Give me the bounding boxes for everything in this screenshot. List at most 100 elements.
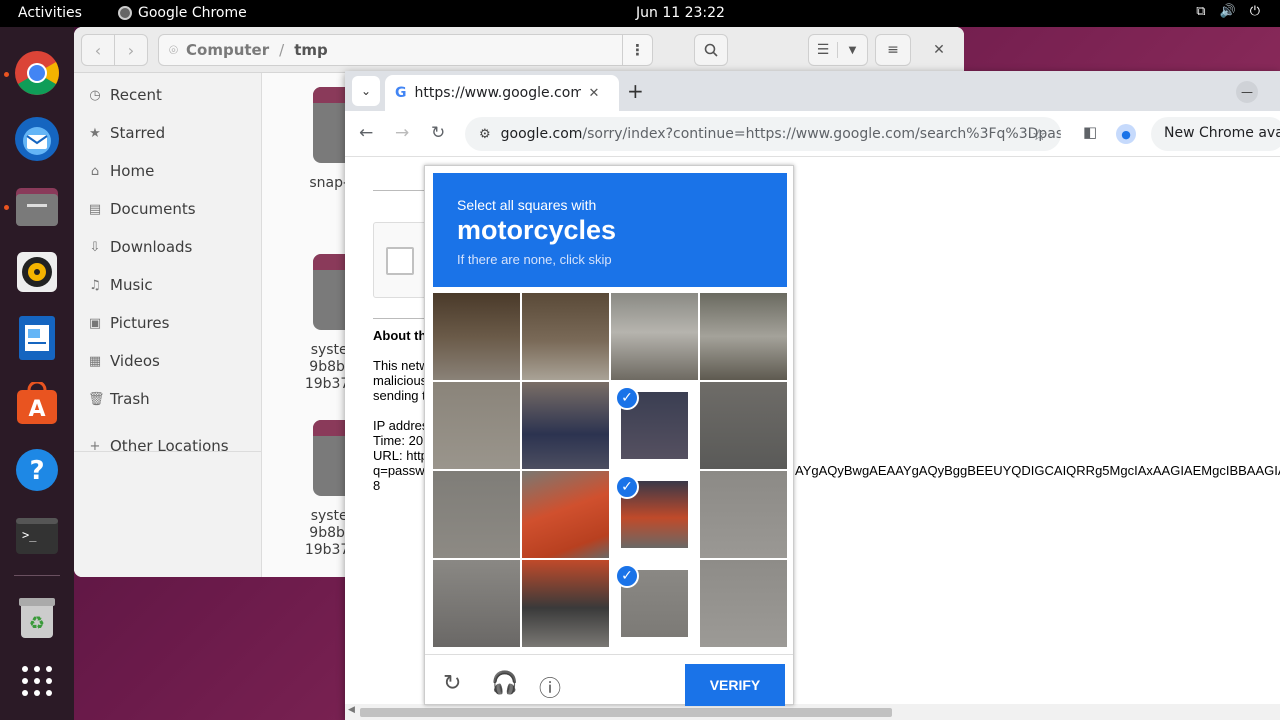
captcha-tile[interactable] bbox=[700, 382, 787, 469]
url-domain: google.com bbox=[500, 126, 583, 142]
checkmark-icon: ✓ bbox=[615, 564, 639, 588]
sidebar-item-documents[interactable]: ▤ Documents bbox=[88, 200, 196, 218]
svg-text:>_: >_ bbox=[22, 528, 37, 542]
menu-button[interactable]: ≡ bbox=[875, 34, 911, 66]
captcha-tile[interactable] bbox=[522, 560, 609, 647]
recaptcha-checkbox[interactable] bbox=[386, 247, 414, 275]
site-info-icon[interactable]: ⚙ bbox=[479, 127, 491, 142]
captcha-tile[interactable] bbox=[433, 382, 520, 469]
sidebar-item-home[interactable]: ⌂ Home bbox=[88, 162, 154, 180]
search-button[interactable] bbox=[694, 34, 728, 66]
about-heading: About th bbox=[373, 328, 427, 343]
captcha-tile[interactable] bbox=[700, 471, 787, 558]
view-toggle-button[interactable]: ☰ ▼ bbox=[808, 34, 868, 66]
scroll-left-icon[interactable]: ◀ bbox=[348, 705, 355, 715]
horizontal-scrollbar[interactable]: ◀ bbox=[345, 704, 1280, 720]
audio-challenge-icon[interactable]: 🎧 bbox=[491, 671, 518, 696]
path-bar[interactable]: ⌾ Computer / tmp ⋮ bbox=[158, 34, 653, 66]
path-root[interactable]: Computer bbox=[186, 41, 269, 59]
help-icon[interactable]: ? bbox=[13, 446, 61, 494]
activities-button[interactable]: Activities bbox=[18, 5, 82, 21]
sidebar-item-downloads[interactable]: ⇩ Downloads bbox=[88, 238, 193, 256]
browser-tab[interactable]: G https://www.google.com/sorry ✕ bbox=[385, 75, 619, 111]
bookmark-star-icon[interactable]: ☆ bbox=[1032, 125, 1046, 144]
writer-icon[interactable] bbox=[13, 314, 61, 362]
close-button[interactable]: ✕ bbox=[922, 34, 956, 66]
tab-search-button[interactable]: ⌄ bbox=[352, 76, 380, 106]
sidebar-item-trash[interactable]: 🗑 Trash bbox=[88, 390, 150, 408]
captcha-tile[interactable] bbox=[522, 293, 609, 380]
tile-image bbox=[611, 293, 698, 380]
clock[interactable]: Jun 11 23:22 bbox=[636, 5, 725, 21]
captcha-tile[interactable]: ✓ bbox=[611, 471, 698, 558]
minimize-button[interactable]: — bbox=[1236, 81, 1258, 103]
kebab-icon: ⋮ bbox=[630, 41, 645, 59]
challenge-footer: ↻ 🎧 ⓘ VERIFY bbox=[425, 654, 793, 706]
person-icon: ● bbox=[1121, 127, 1131, 141]
instruction-text: Select all squares with bbox=[457, 197, 597, 213]
captcha-tile[interactable] bbox=[522, 471, 609, 558]
captcha-tile[interactable] bbox=[433, 471, 520, 558]
sidebar-item-label: Music bbox=[110, 276, 153, 294]
sidebar-item-other-locations[interactable]: + Other Locations bbox=[88, 437, 229, 455]
download-icon: ⇩ bbox=[89, 239, 101, 255]
captcha-tile[interactable] bbox=[700, 293, 787, 380]
new-tab-button[interactable]: + bbox=[627, 79, 644, 103]
profile-avatar[interactable]: ● bbox=[1116, 124, 1136, 144]
files-icon[interactable] bbox=[13, 182, 61, 230]
thunderbird-icon[interactable] bbox=[13, 115, 61, 163]
recaptcha-box bbox=[373, 222, 428, 298]
new-chrome-available-button[interactable]: New Chrome ava bbox=[1151, 117, 1280, 151]
info-icon[interactable]: ⓘ bbox=[539, 671, 561, 703]
minimize-icon: — bbox=[1241, 85, 1253, 99]
reload-button[interactable]: ↻ bbox=[431, 123, 445, 143]
side-panel-icon[interactable]: ◧ bbox=[1083, 123, 1097, 141]
captcha-tile[interactable] bbox=[433, 293, 520, 380]
system-tray[interactable]: ⧉ 🔊 ⏻ bbox=[1196, 4, 1260, 19]
trash-icon: 🗑 bbox=[88, 391, 105, 407]
close-tab-icon[interactable]: ✕ bbox=[589, 86, 600, 101]
trash-icon[interactable]: ♻ bbox=[13, 594, 61, 642]
tile-image bbox=[433, 382, 520, 469]
app-center-icon[interactable]: A bbox=[13, 380, 61, 428]
verify-button[interactable]: VERIFY bbox=[685, 664, 785, 706]
video-icon: ▦ bbox=[88, 353, 102, 369]
sidebar-item-videos[interactable]: ▦ Videos bbox=[88, 352, 160, 370]
app-name: Google Chrome bbox=[138, 5, 247, 21]
sidebar-item-label: Home bbox=[110, 162, 155, 180]
path-menu-button[interactable]: ⋮ bbox=[622, 35, 652, 65]
captcha-tile[interactable] bbox=[611, 293, 698, 380]
captcha-tile[interactable] bbox=[522, 382, 609, 469]
rhythmbox-icon[interactable] bbox=[13, 248, 61, 296]
clock-icon: ◷ bbox=[89, 87, 101, 103]
captcha-tile[interactable]: ✓ bbox=[611, 560, 698, 647]
sidebar-item-label: Other Locations bbox=[110, 437, 229, 455]
terminal-icon[interactable]: >_ bbox=[13, 512, 61, 560]
scrollbar-thumb[interactable] bbox=[360, 708, 892, 717]
app-menu[interactable]: Google Chrome bbox=[118, 5, 247, 21]
forward-button[interactable]: → bbox=[395, 123, 409, 143]
back-button[interactable]: ← bbox=[359, 123, 373, 143]
url-path: /sorry/index?continue=https://www.google… bbox=[582, 126, 1061, 142]
sidebar-item-music[interactable]: ♫ Music bbox=[88, 276, 153, 294]
sidebar-item-pictures[interactable]: ▣ Pictures bbox=[88, 314, 170, 332]
path-current[interactable]: tmp bbox=[294, 41, 328, 59]
captcha-tile[interactable] bbox=[700, 560, 787, 647]
forward-button[interactable]: › bbox=[114, 34, 148, 66]
captcha-tile[interactable]: ✓ bbox=[611, 382, 698, 469]
back-button[interactable]: ‹ bbox=[81, 34, 115, 66]
captcha-tile[interactable] bbox=[433, 560, 520, 647]
sidebar-item-label: Videos bbox=[110, 352, 160, 370]
chevron-down-icon: ⌄ bbox=[360, 84, 372, 98]
reload-challenge-icon[interactable]: ↻ bbox=[443, 671, 461, 696]
hamburger-icon: ≡ bbox=[887, 42, 899, 58]
app-grid-icon[interactable] bbox=[13, 657, 61, 705]
address-bar[interactable]: ⚙ google.com /sorry/index?continue=https… bbox=[465, 117, 1061, 151]
tile-image bbox=[522, 382, 609, 469]
network-icon: ⧉ bbox=[1196, 4, 1206, 19]
sidebar-item-recent[interactable]: ◷ Recent bbox=[88, 86, 162, 104]
anyrun-watermark: ANY RUN bbox=[1038, 612, 1277, 663]
sidebar-item-starred[interactable]: ★ Starred bbox=[88, 124, 165, 142]
chrome-icon[interactable] bbox=[13, 49, 61, 97]
picture-icon: ▣ bbox=[88, 315, 102, 331]
